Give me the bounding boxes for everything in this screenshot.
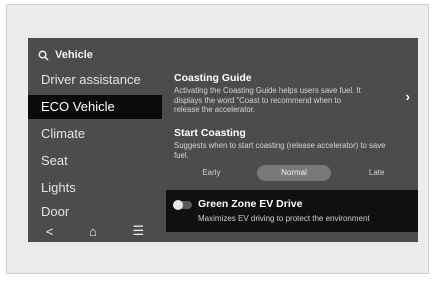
sidebar-item-seat[interactable]: Seat [28,149,162,173]
coasting-guide-title: Coasting Guide [174,72,252,84]
option-late[interactable]: Late [339,165,414,181]
coasting-guide-desc-3: release the accelerator. [174,105,256,114]
sidebar-item-lights[interactable]: Lights [28,176,162,200]
green-zone-title: Green Zone EV Drive [198,198,303,210]
start-coasting-title: Start Coasting [174,127,246,139]
search-icon [38,50,49,61]
settings-panel: Coasting Guide Activating the Coasting G… [162,38,418,242]
green-zone-toggle[interactable] [173,200,192,210]
green-zone-desc: Maximizes EV driving to protect the envi… [198,214,370,223]
start-coasting-desc-1: Suggests when to start coasting (release… [174,141,386,150]
search-label: Vehicle [55,49,93,61]
home-icon[interactable]: ⌂ [89,224,97,239]
start-coasting-desc-2: fuel. [174,150,189,160]
sidebar-item-door[interactable]: Door [28,206,162,218]
green-zone-card: Green Zone EV Drive Maximizes EV driving… [166,190,418,232]
coasting-timing-selector: Early Normal Late [174,165,414,181]
option-early[interactable]: Early [174,165,249,181]
sidebar-item-climate[interactable]: Climate [28,122,162,146]
coasting-guide-desc-2: displays the word "Coast to recommend wh… [174,95,342,105]
menu-icon[interactable]: ☰ [133,223,145,239]
chevron-right-icon[interactable]: › [406,89,410,104]
sidebar-item-driver-assistance[interactable]: Driver assistance [28,68,162,92]
sidebar: Vehicle Driver assistance ECO Vehicle Cl… [28,38,162,242]
option-normal[interactable]: Normal [256,165,332,181]
sidebar-item-eco-vehicle[interactable]: ECO Vehicle [28,95,162,119]
sidebar-item-door-label: Door [41,206,70,218]
search-bar[interactable]: Vehicle [38,47,93,63]
infotainment-screen: Vehicle Driver assistance ECO Vehicle Cl… [28,38,418,242]
bottom-bar: < ⌂ ☰ [28,220,162,242]
coasting-guide-desc-1: Activating the Coasting Guide helps user… [174,86,361,95]
back-icon[interactable]: < [46,224,54,239]
